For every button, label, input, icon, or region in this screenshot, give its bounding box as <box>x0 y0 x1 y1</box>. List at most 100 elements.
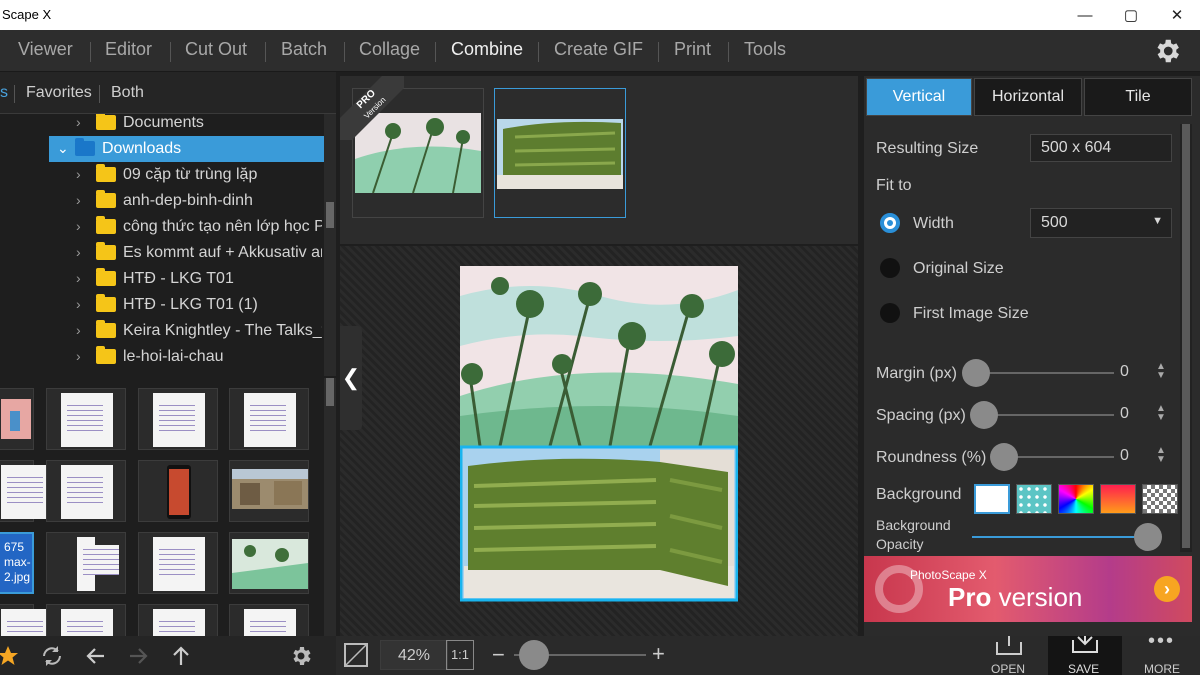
thumbnail[interactable] <box>0 604 53 636</box>
thumbnail[interactable] <box>138 460 218 522</box>
more-label[interactable]: MORE <box>1144 662 1180 675</box>
thumbnail[interactable] <box>229 460 309 522</box>
tab-horizontal[interactable]: Horizontal <box>974 78 1082 116</box>
zoom-slider-knob[interactable] <box>519 640 550 670</box>
menu-batch[interactable]: Batch <box>281 39 327 60</box>
tree-item[interactable]: › HTĐ - LKG T01 (1) <box>0 292 322 318</box>
tree-item[interactable]: › Es kommt auf + Akkusativ ar <box>0 240 322 266</box>
roundness-spinner[interactable]: ▲ ▼ <box>1156 446 1166 465</box>
thumbnail[interactable] <box>46 532 126 594</box>
thumbnail[interactable] <box>46 460 126 522</box>
tab-tile[interactable]: Tile <box>1084 78 1192 116</box>
background-transparent-swatch[interactable] <box>1142 484 1178 514</box>
thumbnail[interactable] <box>138 604 218 636</box>
first-image-size-radio[interactable] <box>880 303 900 323</box>
scroll-thumb[interactable] <box>326 378 334 406</box>
chevron-right-icon[interactable]: › <box>76 296 81 312</box>
thumbnail[interactable] <box>229 388 309 450</box>
menu-viewer[interactable]: Viewer <box>18 39 73 60</box>
back-arrow-icon[interactable] <box>84 644 108 668</box>
zoom-in-button[interactable]: + <box>652 641 665 667</box>
thumbnail[interactable] <box>46 604 126 636</box>
background-gradient-swatch[interactable] <box>1100 484 1136 514</box>
thumbnail-selected[interactable]: 675 max- 2.jpg <box>0 532 34 594</box>
roundness-value[interactable]: 0 <box>1120 447 1129 465</box>
thumbnail-scrollbar[interactable] <box>324 378 336 636</box>
chevron-right-icon[interactable]: › <box>76 322 81 338</box>
tree-item[interactable]: › Documents <box>0 114 322 136</box>
spacing-value[interactable]: 0 <box>1120 405 1129 423</box>
tab-folders[interactable]: s <box>0 84 8 102</box>
tree-vertical-scrollbar[interactable] <box>324 114 336 376</box>
collapse-left-panel-button[interactable]: ❮ <box>340 326 362 430</box>
fit-screen-icon[interactable] <box>342 641 370 669</box>
tree-item[interactable]: › 09 cặp từ trùng lặp <box>0 162 322 188</box>
chevron-right-icon[interactable]: › <box>76 192 81 208</box>
tree-item-downloads[interactable]: ⌄ Downloads <box>49 136 324 162</box>
up-arrow-icon[interactable] <box>169 644 193 668</box>
maximize-button[interactable]: ▢ <box>1108 0 1154 30</box>
thumbnail[interactable] <box>46 388 126 450</box>
tree-item[interactable]: › công thức tạo nên lớp học PI <box>0 214 322 240</box>
promo-arrow-icon[interactable]: › <box>1154 576 1180 602</box>
settings-gear-icon[interactable] <box>1152 36 1182 66</box>
spacing-spinner[interactable]: ▲ ▼ <box>1156 404 1166 423</box>
tree-item[interactable]: › le-hoi-lai-chau <box>0 344 322 370</box>
background-white-swatch[interactable] <box>974 484 1010 514</box>
menu-tools[interactable]: Tools <box>744 39 786 60</box>
minimize-button[interactable]: — <box>1062 0 1108 30</box>
first-image-size-label[interactable]: First Image Size <box>913 305 1029 323</box>
thumbnail[interactable] <box>0 388 34 450</box>
original-size-label[interactable]: Original Size <box>913 260 1004 278</box>
thumbnail[interactable] <box>0 460 53 522</box>
width-dropdown[interactable]: 500 ▼ <box>1030 208 1172 238</box>
fit-width-label[interactable]: Width <box>913 215 954 233</box>
roundness-slider-knob[interactable] <box>990 443 1018 471</box>
menu-cut-out[interactable]: Cut Out <box>185 39 247 60</box>
gear-icon[interactable] <box>289 644 313 668</box>
actual-size-button[interactable]: 1:1 <box>446 640 474 670</box>
tab-favorites[interactable]: Favorites <box>26 84 92 102</box>
chevron-right-icon[interactable]: › <box>76 166 81 182</box>
margin-spinner[interactable]: ▲ ▼ <box>1156 362 1166 381</box>
chevron-right-icon[interactable]: › <box>76 270 81 286</box>
pro-version-promo-banner[interactable]: PhotoScape X Pro version › <box>864 556 1192 622</box>
background-opacity-slider-track[interactable] <box>972 536 1152 538</box>
background-opacity-slider-knob[interactable] <box>1134 523 1162 551</box>
fit-width-radio[interactable] <box>880 213 900 233</box>
margin-value[interactable]: 0 <box>1120 363 1129 381</box>
settings-scrollbar[interactable] <box>1180 124 1192 552</box>
zoom-out-button[interactable]: − <box>492 642 505 668</box>
tab-vertical[interactable]: Vertical <box>866 78 972 116</box>
background-pattern-swatch[interactable] <box>1016 484 1052 514</box>
scroll-thumb[interactable] <box>326 202 334 228</box>
menu-editor[interactable]: Editor <box>105 39 152 60</box>
thumbnail[interactable] <box>138 532 218 594</box>
thumbnail[interactable] <box>138 388 218 450</box>
star-icon[interactable] <box>0 644 20 668</box>
chevron-right-icon[interactable]: › <box>76 218 81 234</box>
original-size-radio[interactable] <box>880 258 900 278</box>
chevron-right-icon[interactable]: › <box>76 244 81 260</box>
tree-item[interactable]: › anh-dep-binh-dinh <box>0 188 322 214</box>
menu-collage[interactable]: Collage <box>359 39 420 60</box>
chevron-right-icon[interactable]: › <box>76 348 81 364</box>
scroll-thumb[interactable] <box>1182 124 1190 548</box>
menu-print[interactable]: Print <box>674 39 711 60</box>
background-color-picker-swatch[interactable] <box>1058 484 1094 514</box>
refresh-icon[interactable] <box>40 644 64 668</box>
menu-combine[interactable]: Combine <box>451 39 523 60</box>
menu-create-gif[interactable]: Create GIF <box>554 39 643 60</box>
thumbnail[interactable] <box>229 604 309 636</box>
close-button[interactable]: ✕ <box>1154 0 1200 30</box>
strip-item-ivy-wall[interactable] <box>494 88 626 218</box>
chevron-right-icon[interactable]: › <box>76 114 81 130</box>
forward-arrow-icon[interactable] <box>126 644 150 668</box>
margin-slider-knob[interactable] <box>962 359 990 387</box>
chevron-down-icon[interactable]: ⌄ <box>57 140 69 157</box>
tree-item[interactable]: › Keira Knightley - The Talks_f <box>0 318 322 344</box>
thumbnail[interactable] <box>229 532 309 594</box>
tab-both[interactable]: Both <box>111 84 144 102</box>
tree-item[interactable]: › HTĐ - LKG T01 <box>0 266 322 292</box>
spacing-slider-knob[interactable] <box>970 401 998 429</box>
